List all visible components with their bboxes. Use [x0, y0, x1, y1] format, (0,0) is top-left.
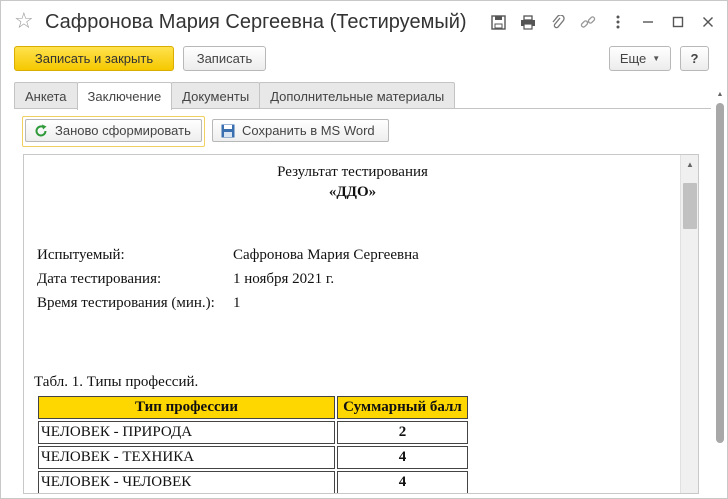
test-date-value: 1 ноября 2021 г. — [233, 271, 335, 287]
test-time-value: 1 — [233, 295, 241, 311]
regenerate-button[interactable]: Заново сформировать — [25, 119, 202, 142]
cell-score: 2 — [337, 421, 468, 444]
regenerate-label: Заново сформировать — [55, 123, 191, 138]
table-row: ЧЕЛОВЕК - ЧЕЛОВЕК 4 — [38, 471, 468, 493]
cell-score: 4 — [337, 446, 468, 469]
floppy-disk-icon — [221, 124, 235, 138]
profession-types-table: Тип профессии Суммарный балл ЧЕЛОВЕК - П… — [36, 394, 470, 493]
close-icon[interactable] — [697, 11, 719, 33]
tab-additional-materials[interactable]: Дополнительные материалы — [259, 82, 456, 109]
form-scrollbar-thumb[interactable] — [716, 103, 724, 443]
report-title: Результат тестирования — [277, 164, 428, 180]
table-row: ЧЕЛОВЕК - ПРИРОДА 2 — [38, 421, 468, 444]
cell-type: ЧЕЛОВЕК - ТЕХНИКА — [38, 446, 335, 469]
subject-label: Испытуемый: — [37, 247, 125, 263]
column-header-score: Суммарный балл — [337, 396, 468, 419]
table-caption: Табл. 1. Типы профессий. — [34, 374, 199, 390]
tab-anketa[interactable]: Анкета — [14, 82, 78, 109]
form-scroll-up-arrow-icon[interactable]: ▲ — [714, 89, 726, 101]
cell-score: 4 — [337, 471, 468, 493]
form-window: ☆ Сафронова Мария Сергеевна (Тестируемый… — [0, 0, 728, 499]
minimize-icon[interactable] — [637, 11, 659, 33]
save-to-word-label: Сохранить в MS Word — [242, 123, 375, 138]
report-document-frame[interactable]: Результат тестирования «ДДО» Испытуемый:… — [23, 154, 699, 494]
title-icons — [479, 11, 719, 33]
chevron-down-icon: ▼ — [652, 54, 661, 63]
tab-bar: Анкета Заключение Документы Дополнительн… — [14, 82, 456, 110]
save-to-word-button[interactable]: Сохранить в MS Word — [212, 119, 389, 142]
maximize-icon[interactable] — [667, 11, 689, 33]
print-icon[interactable] — [517, 11, 539, 33]
save-icon[interactable] — [487, 11, 509, 33]
more-vertical-icon[interactable] — [607, 11, 629, 33]
report-subtitle: «ДДО» — [328, 184, 377, 200]
table-row: ЧЕЛОВЕК - ТЕХНИКА 4 — [38, 446, 468, 469]
tab-conclusion[interactable]: Заключение — [76, 82, 173, 110]
link-icon[interactable] — [577, 11, 599, 33]
tab-documents[interactable]: Документы — [171, 82, 261, 109]
favorite-star-icon[interactable]: ☆ — [14, 9, 34, 33]
subject-value: Сафронова Мария Сергеевна — [233, 247, 419, 263]
more-button[interactable]: Еще ▼ — [609, 46, 671, 71]
document-scrollbar-thumb[interactable] — [683, 183, 697, 229]
test-date-label: Дата тестирования: — [37, 271, 162, 287]
report-document: Результат тестирования «ДДО» Испытуемый:… — [24, 155, 681, 493]
cell-type: ЧЕЛОВЕК - ПРИРОДА — [38, 421, 335, 444]
attach-icon[interactable] — [547, 11, 569, 33]
help-button[interactable]: ? — [680, 46, 709, 71]
form-scrollbar[interactable]: ▲ — [714, 89, 726, 494]
scroll-up-arrow-icon[interactable]: ▲ — [681, 157, 698, 173]
document-scrollbar[interactable]: ▲ — [680, 155, 698, 493]
refresh-icon — [34, 124, 48, 138]
more-button-label: Еще — [619, 51, 647, 66]
save-and-close-button[interactable]: Записать и закрыть — [14, 46, 174, 71]
table-header-row: Тип профессии Суммарный балл — [38, 396, 468, 419]
title-bar: ☆ Сафронова Мария Сергеевна (Тестируемый… — [1, 1, 727, 41]
window-title: Сафронова Мария Сергеевна (Тестируемый) — [45, 11, 467, 33]
test-time-label: Время тестирования (мин.): — [37, 295, 215, 311]
save-button[interactable]: Записать — [183, 46, 266, 71]
column-header-type: Тип профессии — [38, 396, 335, 419]
cell-type: ЧЕЛОВЕК - ЧЕЛОВЕК — [38, 471, 335, 493]
